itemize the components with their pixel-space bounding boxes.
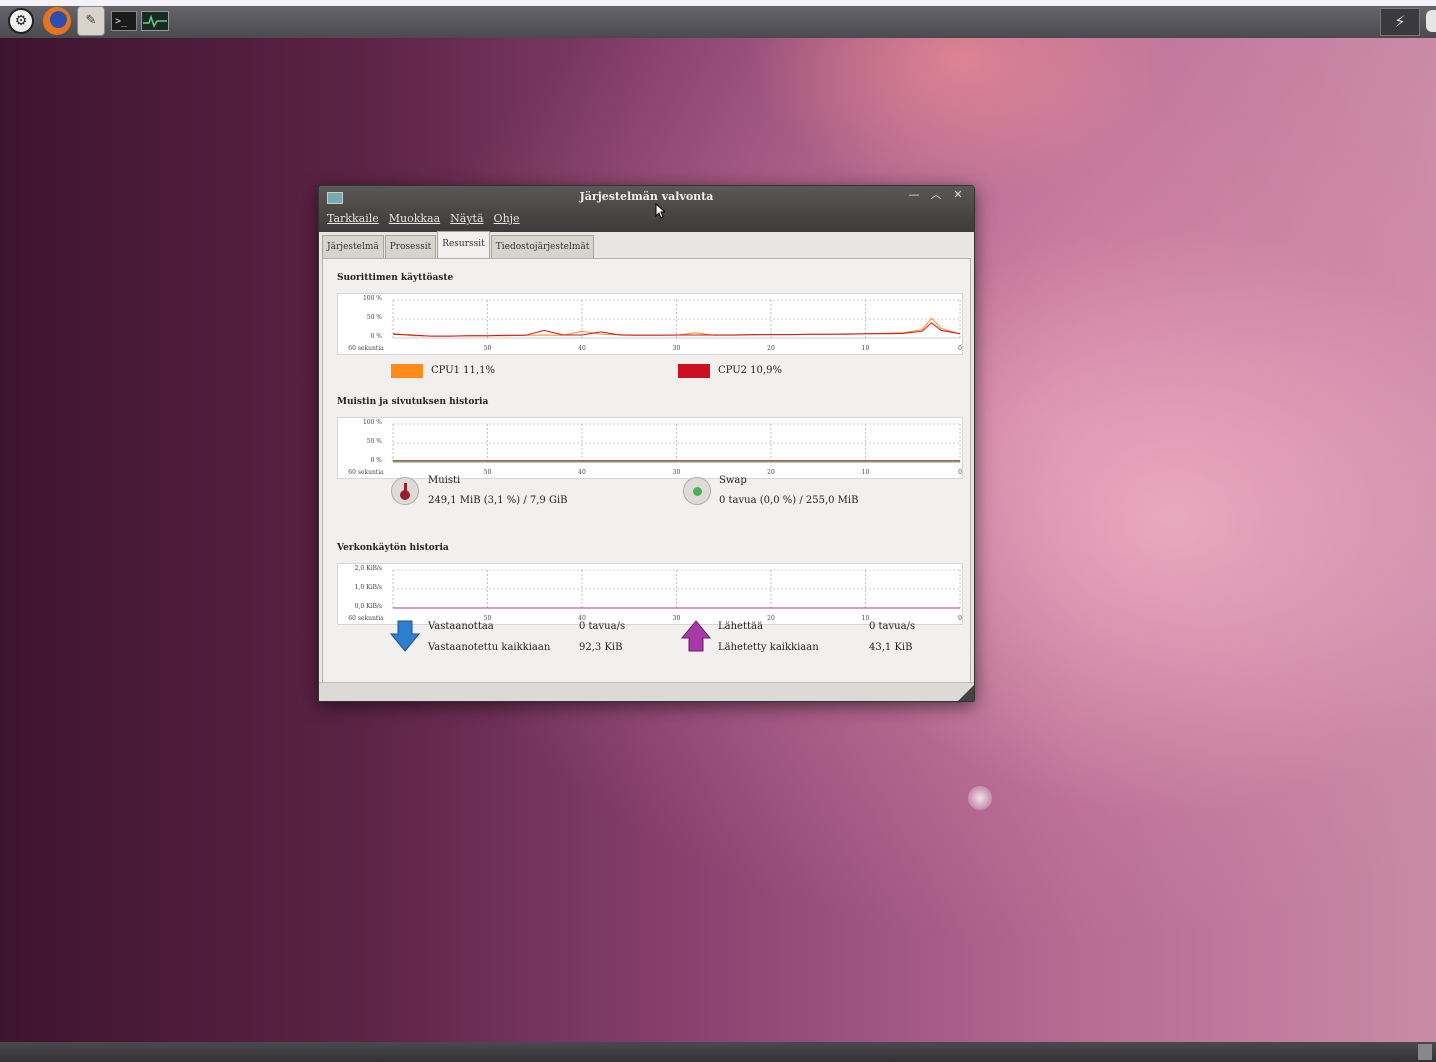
- close-icon[interactable]: ✕: [948, 188, 968, 202]
- network-y-tick: 2,0 KiB/s: [354, 565, 382, 572]
- memory-y-tick: 50 %: [366, 438, 382, 445]
- memory-x-tick: 20: [767, 469, 775, 476]
- sent-total: 43,1 KiB: [869, 642, 913, 653]
- cpu-x-tick: 30: [672, 345, 681, 352]
- tab-resurssit[interactable]: Resurssit: [437, 231, 490, 258]
- memory-x-tick: 0: [958, 469, 962, 476]
- swap-label: Swap: [719, 475, 747, 486]
- maximize-icon[interactable]: ︿: [926, 188, 946, 202]
- top-panel: ⚙ ✎ >_ ⚡: [0, 0, 1436, 38]
- cpu-x-tick: 0: [958, 345, 962, 352]
- sending-label: Lähettää: [718, 621, 763, 632]
- network-section-title: Verkonkäytön historia: [337, 543, 449, 553]
- cpu-y-tick: 100 %: [362, 295, 382, 302]
- cpu-y-tick: 50 %: [366, 314, 382, 321]
- menu-muokkaa[interactable]: Muokkaa: [389, 212, 440, 225]
- network-x-tick: 0: [958, 615, 962, 622]
- network-x-tick: 20: [767, 615, 775, 622]
- sending-rate: 0 tavua/s: [869, 621, 916, 632]
- top-edge-strip: [0, 0, 1436, 6]
- system-monitor-window: Järjestelmän valvonta — ︿ ✕ Tarkkaile Mu…: [318, 185, 975, 702]
- memory-y-tick: 100 %: [362, 419, 382, 426]
- cpu-x-tick: 10: [861, 345, 870, 352]
- menu-tarkkaile[interactable]: Tarkkaile: [327, 212, 379, 225]
- cpu1-label: CPU1 11,1%: [431, 365, 495, 376]
- cpu-x-tick: 20: [767, 345, 775, 352]
- memory-pie-icon[interactable]: [391, 477, 419, 505]
- tab-jarjestelma[interactable]: Järjestelmä: [322, 235, 384, 258]
- cpu2-label: CPU2 10,9%: [718, 365, 782, 376]
- sent-total-label: Lähetetty kaikkiaan: [718, 642, 819, 653]
- cpu-x-tick: 40: [578, 345, 586, 352]
- memory-graph: 100 % 50 % 0 % 60 sekuntia 50 40 30 20 10 0: [337, 417, 963, 479]
- menu-nayta[interactable]: Näytä: [450, 212, 483, 225]
- cpu-x-tick: 50: [483, 345, 492, 352]
- cpu-x-tick: 60 sekuntia: [348, 345, 384, 352]
- memory-x-tick: 40: [578, 469, 586, 476]
- network-x-tick: 60 sekuntia: [348, 615, 384, 622]
- upload-arrow-icon[interactable]: [680, 620, 712, 652]
- tab-tiedostojarjestelmat[interactable]: Tiedostojärjestelmät: [490, 235, 595, 258]
- network-y-tick: 0,0 KiB/s: [354, 603, 382, 610]
- receiving-label: Vastaanottaa: [428, 621, 494, 632]
- ubuntu-logo-icon[interactable]: ⚙: [6, 7, 36, 35]
- receiving-rate: 0 tavua/s: [579, 621, 626, 632]
- network-x-tick: 30: [672, 615, 681, 622]
- mouse-cursor-icon: [655, 203, 665, 219]
- window-title: Järjestelmän valvonta: [579, 190, 714, 203]
- network-disconnected-icon[interactable]: ⚡: [1380, 8, 1420, 36]
- swap-pie-icon[interactable]: [683, 477, 711, 505]
- workspace-switcher-icon[interactable]: [1418, 1044, 1432, 1060]
- cpu-y-tick: 0 %: [370, 333, 382, 340]
- resize-grip[interactable]: [958, 685, 974, 701]
- status-bar: [319, 682, 974, 701]
- cpu-graph: 100 % 50 % 0 % 60 sekuntia 50 40 30 20 10 0: [337, 293, 963, 355]
- minimize-icon[interactable]: —: [904, 188, 924, 202]
- cpu1-color-button[interactable]: [391, 364, 423, 378]
- cpu2-color-button[interactable]: [678, 364, 710, 378]
- memory-x-tick: 10: [861, 469, 870, 476]
- memory-x-tick: 60 sekuntia: [348, 469, 384, 476]
- network-graph: 2,0 KiB/s 1,0 KiB/s 0,0 KiB/s 60 sekuntia 50…: [337, 563, 963, 625]
- terminal-icon[interactable]: >_: [110, 7, 138, 35]
- bokeh-light: [968, 786, 992, 810]
- memory-value: 249,1 MiB (3,1 %) / 7,9 GiB: [428, 495, 568, 506]
- swap-value: 0 tavua (0,0 %) / 255,0 MiB: [719, 495, 859, 506]
- window-titlebar[interactable]: Järjestelmän valvonta — ︿ ✕ Tarkkaile Mu…: [319, 186, 974, 232]
- tab-bar: Järjestelmä Prosessit Resurssit Tiedosto…: [322, 231, 595, 258]
- memory-section-title: Muistin ja sivutuksen historia: [337, 397, 489, 407]
- memory-x-tick: 50: [483, 469, 492, 476]
- gimp-icon[interactable]: ✎: [76, 6, 106, 36]
- memory-label: Muisti: [428, 475, 461, 486]
- menu-ohje[interactable]: Ohje: [494, 212, 520, 225]
- network-y-tick: 1,0 KiB/s: [354, 584, 382, 591]
- menubar: Tarkkaile Muokkaa Näytä Ohje: [327, 212, 520, 225]
- tab-prosessit[interactable]: Prosessit: [384, 235, 437, 258]
- received-total: 92,3 KiB: [579, 642, 623, 653]
- firefox-icon[interactable]: [40, 7, 74, 35]
- tray-edge: [1426, 10, 1436, 32]
- download-arrow-icon[interactable]: [389, 620, 421, 652]
- system-monitor-icon[interactable]: [140, 7, 170, 35]
- bottom-panel: [0, 1042, 1436, 1062]
- received-total-label: Vastaanotettu kaikkiaan: [428, 642, 551, 653]
- memory-x-tick: 30: [672, 469, 681, 476]
- memory-y-tick: 0 %: [370, 457, 382, 464]
- cpu-section-title: Suorittimen käyttöaste: [337, 273, 454, 283]
- resources-panel: Suorittimen käyttöaste 100 % 50 % 0 % 60 se…: [322, 258, 971, 683]
